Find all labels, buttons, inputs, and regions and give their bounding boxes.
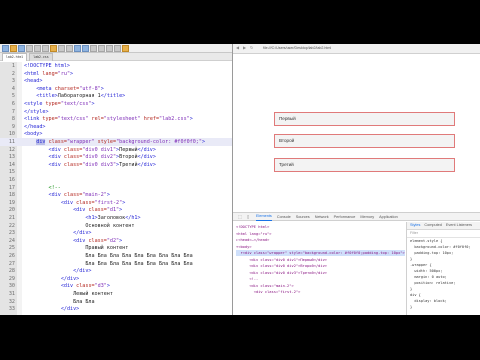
page-viewport: Первый Второй Третий — [233, 54, 480, 212]
box-first: Первый — [274, 112, 455, 126]
dom-node[interactable]: <div class="div0 div1">Первый</div> — [236, 257, 327, 263]
tab-network[interactable]: Network — [315, 213, 329, 221]
replace-icon[interactable] — [98, 44, 105, 52]
dom-node[interactable]: <div class="first-2"> — [236, 289, 301, 295]
box-second: Второй — [274, 134, 455, 148]
dom-node[interactable]: <!DOCTYPE html> — [236, 224, 269, 230]
code-editor[interactable]: lab2.html lab2.css 1 <!DOCTYPE html> 2 <htm… — [0, 44, 233, 315]
editor-tabs: lab2.html lab2.css — [0, 53, 232, 61]
screen: lab2.html lab2.css 1 <!DOCTYPE html> 2 <htm… — [0, 44, 480, 315]
inspect-icon[interactable]: ⬚ — [238, 214, 242, 219]
dom-node[interactable]: ▸<head>…</head> — [236, 237, 269, 243]
tab-html[interactable]: lab2.html — [2, 53, 28, 61]
close-icon[interactable] — [34, 44, 41, 52]
elements-tree[interactable]: <!DOCTYPE html> <html lang="ru"> ▸<head>…<… — [233, 222, 405, 315]
redo-icon[interactable] — [82, 44, 89, 52]
styles-pane[interactable]: Styles Computed Event Listeners Filter e… — [406, 222, 480, 315]
tab-elements[interactable]: Elements — [256, 212, 272, 221]
find-icon[interactable] — [90, 44, 97, 52]
browser-window: ◀ ▶ ↻ file:///C:/Users/user/Desktop/lab2… — [233, 44, 480, 212]
tab-event-listeners[interactable]: Event Listeners — [446, 222, 472, 229]
new-file-icon[interactable] — [2, 44, 9, 52]
tab-sources[interactable]: Sources — [296, 213, 310, 221]
zoom-in-icon[interactable] — [106, 44, 113, 52]
save-icon[interactable] — [18, 44, 25, 52]
cut-icon[interactable] — [50, 44, 57, 52]
box-third: Третий — [274, 158, 455, 172]
undo-icon[interactable] — [74, 44, 81, 52]
save-all-icon[interactable] — [26, 44, 33, 52]
copy-icon[interactable] — [58, 44, 65, 52]
devtools-panel: ⬚ ▯ Elements Console Sources Network Per… — [233, 212, 480, 315]
dom-node[interactable]: ▾<body> — [236, 244, 252, 250]
tab-computed[interactable]: Computed — [424, 222, 442, 229]
url-text[interactable]: file:///C:/Users/user/Desktop/lab2/lab2.… — [263, 45, 331, 52]
line-source: </div> — [60, 306, 80, 313]
dom-node[interactable]: <div class="div0 div3">Третий</div> — [236, 270, 327, 276]
styles-filter-input[interactable]: Filter — [407, 230, 480, 238]
address-bar[interactable]: ◀ ▶ ↻ file:///C:/Users/user/Desktop/lab2… — [233, 44, 480, 54]
styles-tabs: Styles Computed Event Listeners — [407, 222, 480, 230]
code-line[interactable]: 33 </div> — [0, 305, 232, 313]
line-number: 33 — [8, 306, 15, 313]
paste-icon[interactable] — [66, 44, 73, 52]
device-icon[interactable]: ▯ — [247, 214, 251, 219]
dom-node[interactable]: <div class="main-2"> — [236, 283, 293, 289]
tab-console[interactable]: Console — [277, 213, 291, 221]
devtools-tabs: ⬚ ▯ Elements Console Sources Network Per… — [233, 213, 480, 221]
editor-toolbar — [0, 44, 232, 53]
tab-application[interactable]: Application — [379, 213, 398, 221]
open-folder-icon[interactable] — [10, 44, 17, 52]
reload-icon[interactable]: ↻ — [250, 46, 254, 50]
zoom-out-icon[interactable] — [114, 44, 121, 52]
dom-node[interactable]: ▾<div class="wrapper" style="background-… — [236, 250, 405, 256]
back-icon[interactable]: ◀ — [236, 46, 240, 50]
tab-styles[interactable]: Styles — [410, 222, 420, 229]
run-icon[interactable] — [122, 44, 129, 52]
dom-node[interactable]: <!-- — [236, 276, 258, 282]
tab-performance[interactable]: Performance — [334, 213, 356, 221]
dom-node[interactable]: <html lang="ru"> — [236, 231, 272, 237]
style-rule-line[interactable]: } — [407, 304, 480, 310]
dom-node[interactable]: <div class="div0 div2">Второй</div> — [236, 263, 327, 269]
print-icon[interactable] — [42, 44, 49, 52]
forward-icon[interactable]: ▶ — [243, 46, 247, 50]
tab-css[interactable]: lab2.css — [29, 53, 53, 61]
tab-memory[interactable]: Memory — [360, 213, 374, 221]
code-area[interactable]: 1 <!DOCTYPE html> 2 <html lang="ru"> 3 <head>… — [0, 62, 232, 315]
